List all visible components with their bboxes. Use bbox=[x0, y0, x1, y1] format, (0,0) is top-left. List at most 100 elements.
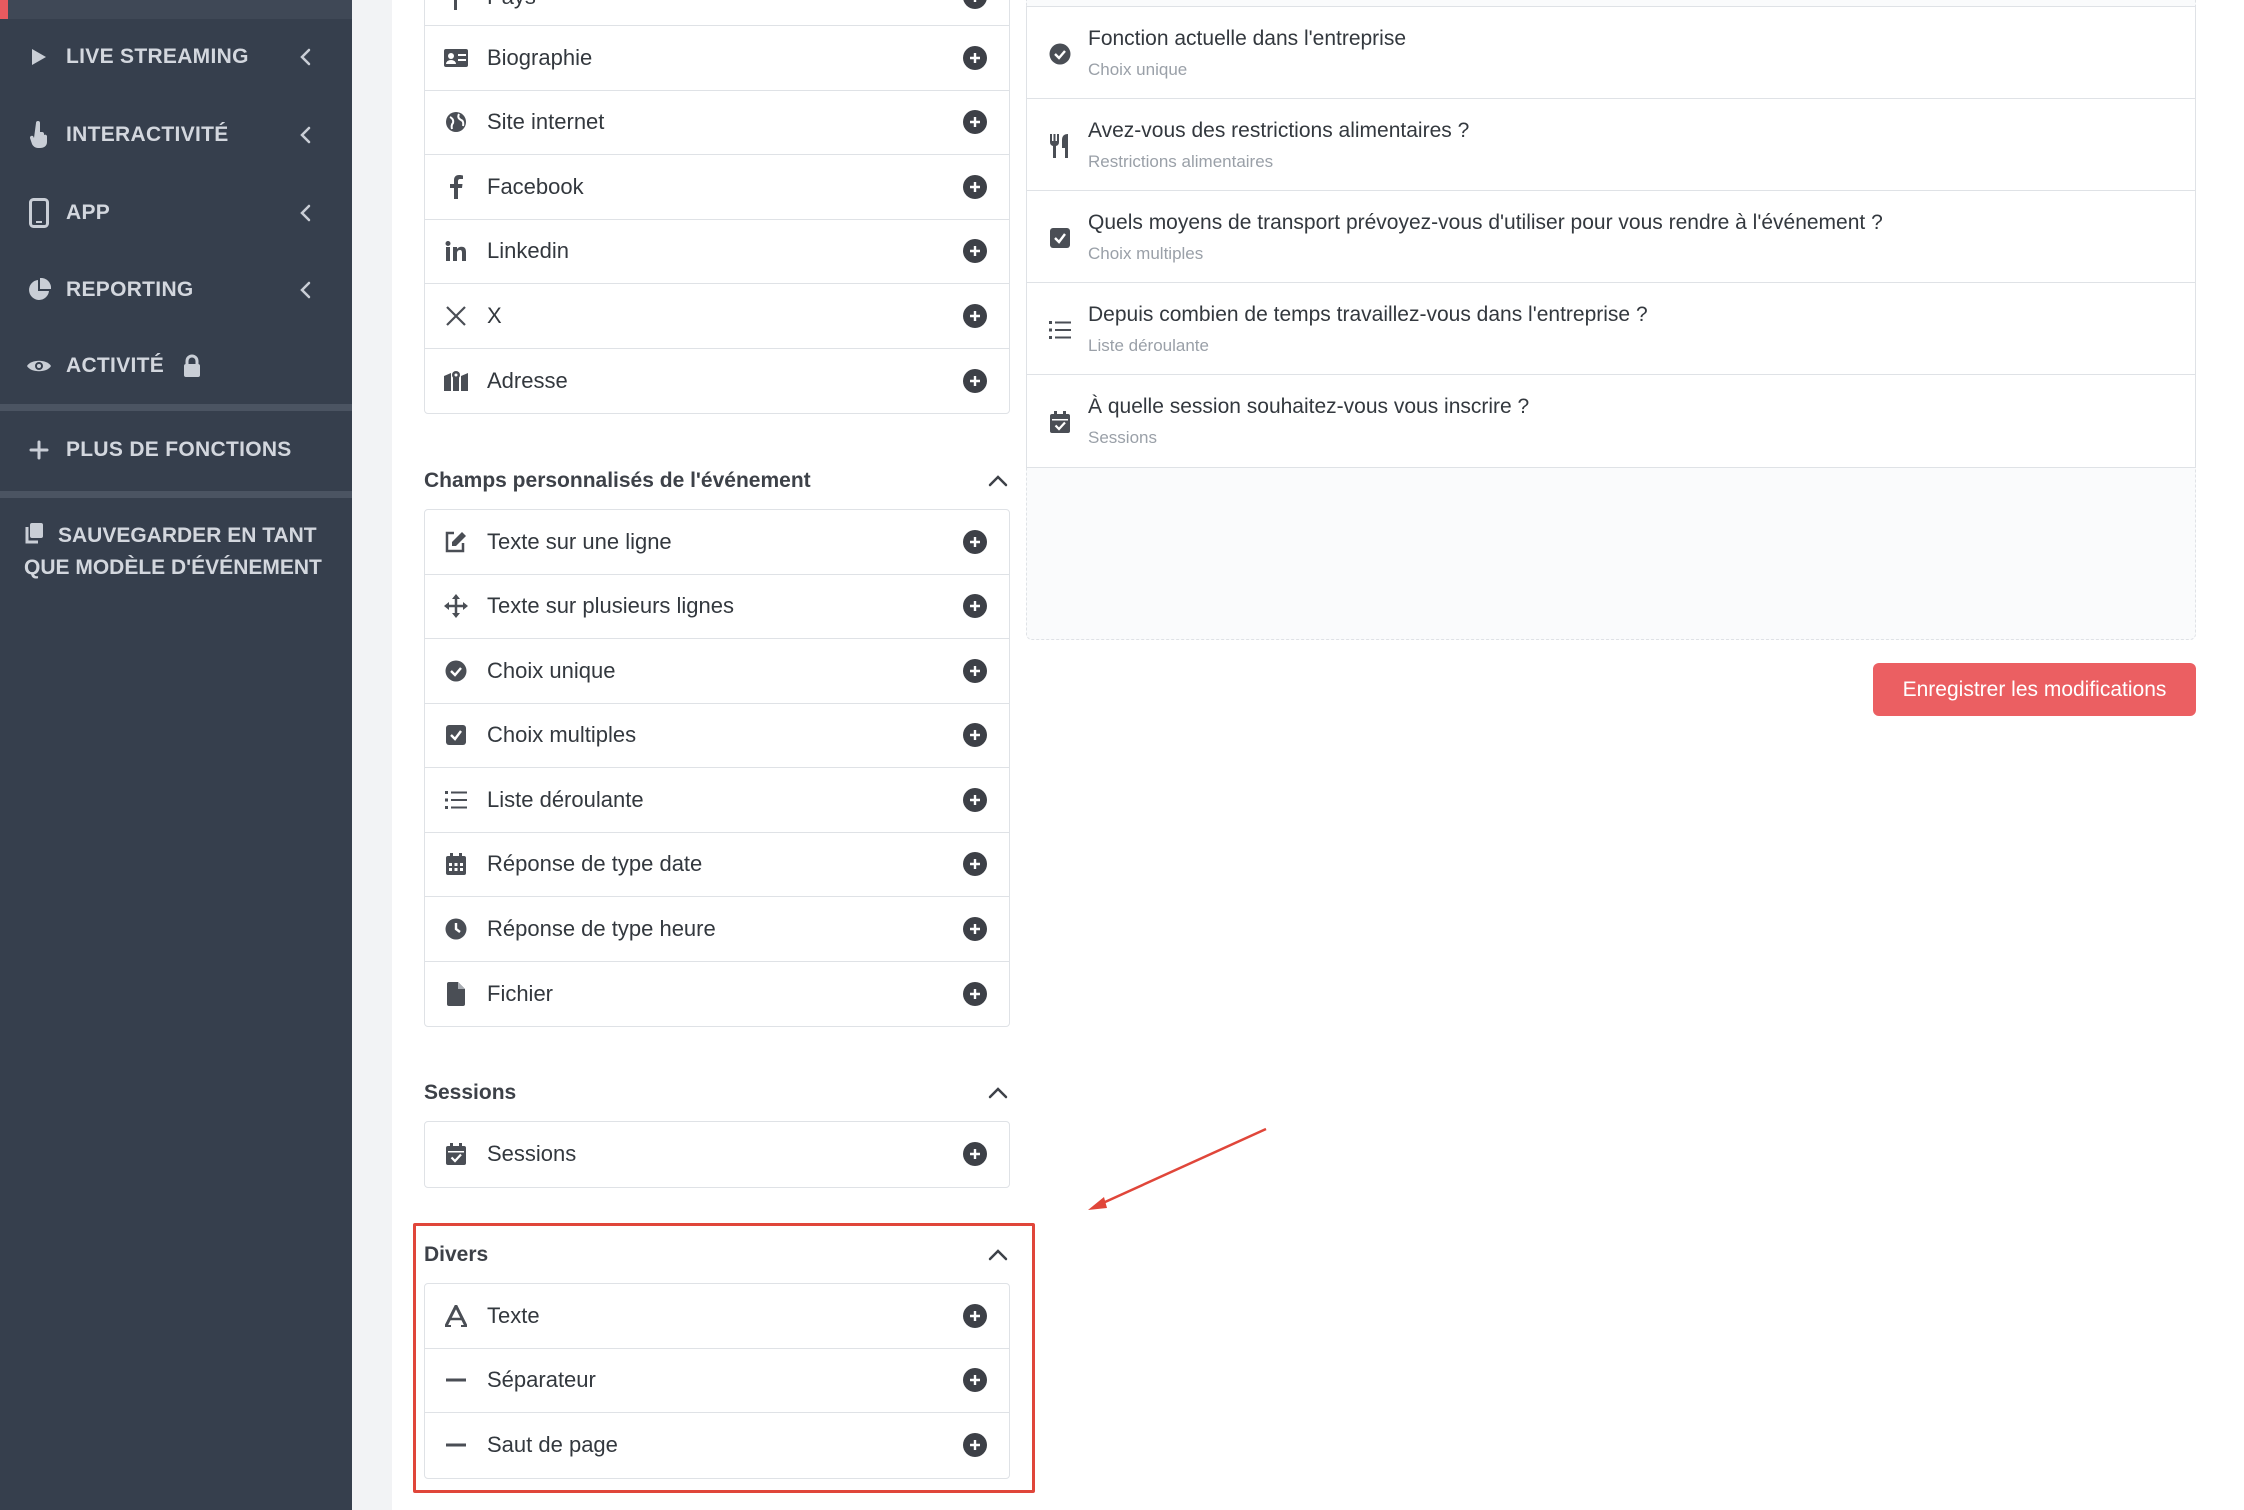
play-icon bbox=[24, 42, 54, 72]
list-item-label: Site internet bbox=[487, 109, 605, 135]
misc-header[interactable]: Divers bbox=[424, 1235, 1010, 1275]
add-circle-icon[interactable] bbox=[963, 723, 987, 748]
list-item-label: Séparateur bbox=[487, 1367, 596, 1393]
add-circle-icon[interactable] bbox=[963, 1433, 987, 1458]
sidebar-item-label: ACTIVITÉ bbox=[66, 354, 165, 377]
form-question[interactable]: Fonction actuelle dans l'entreprise Choi… bbox=[1027, 7, 2195, 99]
list-item[interactable]: Texte sur plusieurs lignes bbox=[425, 575, 1009, 639]
list-item-label: Pays bbox=[487, 0, 536, 10]
chevron-up-icon[interactable] bbox=[986, 1081, 1010, 1105]
checkbox-icon bbox=[443, 722, 469, 748]
profile-fields-list: Pays Biographie Site internet Facebook L… bbox=[424, 0, 1010, 414]
copy-icon bbox=[24, 522, 46, 544]
add-circle-icon[interactable] bbox=[963, 368, 987, 393]
list-item[interactable]: Sessions bbox=[425, 1122, 1009, 1187]
section-title: Champs personnalisés de l'événement bbox=[424, 469, 811, 492]
sidebar-divider bbox=[0, 491, 352, 498]
add-circle-icon[interactable] bbox=[963, 1142, 987, 1167]
add-circle-icon[interactable] bbox=[963, 110, 987, 135]
sidebar-item-reporting[interactable]: REPORTING bbox=[0, 260, 352, 320]
location-pin-icon bbox=[443, 0, 469, 10]
add-circle-icon[interactable] bbox=[963, 239, 987, 264]
list-item[interactable]: Fichier bbox=[425, 962, 1009, 1027]
form-question[interactable]: Quels moyens de transport prévoyez-vous … bbox=[1027, 191, 2195, 283]
list-item[interactable]: Liste déroulante bbox=[425, 768, 1009, 833]
linkedin-icon bbox=[443, 238, 469, 264]
list-item[interactable]: Biographie bbox=[425, 26, 1009, 91]
custom-fields-list: Texte sur une ligne Texte sur plusieurs … bbox=[424, 509, 1010, 1027]
sidebar-item-interactivite[interactable]: INTERACTIVITÉ bbox=[0, 105, 352, 165]
list-item-label: Texte sur plusieurs lignes bbox=[487, 593, 735, 619]
list-item-label: Texte sur une ligne bbox=[487, 528, 672, 554]
list-item[interactable]: Choix multiples bbox=[425, 704, 1009, 768]
sessions-header[interactable]: Sessions bbox=[424, 1073, 1010, 1113]
list-item[interactable]: Saut de page bbox=[425, 1413, 1009, 1478]
check-circle-icon bbox=[443, 658, 469, 684]
question-type: Choix unique bbox=[1088, 60, 1188, 79]
chevron-left-icon bbox=[300, 48, 311, 66]
list-item[interactable]: Réponse de type date bbox=[425, 833, 1009, 897]
list-item[interactable]: Adresse bbox=[425, 349, 1009, 414]
sidebar-item-live-streaming[interactable]: LIVE STREAMING bbox=[0, 27, 352, 87]
chevron-up-icon[interactable] bbox=[986, 469, 1010, 493]
custom-fields-header[interactable]: Champs personnalisés de l'événement bbox=[424, 461, 1010, 501]
list-item[interactable]: Réponse de type heure bbox=[425, 897, 1009, 962]
list-item[interactable]: Texte bbox=[425, 1284, 1009, 1349]
list-icon bbox=[443, 787, 469, 813]
add-circle-icon[interactable] bbox=[963, 787, 987, 812]
list-item[interactable]: Facebook bbox=[425, 155, 1009, 220]
list-item-label: Biographie bbox=[487, 44, 593, 70]
list-item[interactable]: Texte sur une ligne bbox=[425, 510, 1009, 575]
list-item[interactable]: Pays bbox=[425, 0, 1009, 26]
list-item[interactable]: X bbox=[425, 284, 1009, 349]
list-item[interactable]: Choix unique bbox=[425, 639, 1009, 704]
chevron-left-icon bbox=[300, 126, 311, 144]
question-type: Liste déroulante bbox=[1088, 336, 1209, 355]
checkbox-icon bbox=[1047, 225, 1073, 251]
sidebar-item-more-features[interactable]: PLUS DE FONCTIONS bbox=[0, 420, 352, 480]
lock-icon bbox=[182, 354, 202, 378]
list-item-label: Fichier bbox=[487, 980, 554, 1006]
list-item-label: Choix unique bbox=[487, 657, 616, 683]
chevron-up-icon[interactable] bbox=[986, 1243, 1010, 1267]
list-item[interactable]: Séparateur bbox=[425, 1349, 1009, 1413]
form-question[interactable]: Depuis combien de temps travaillez-vous … bbox=[1027, 283, 2195, 375]
question-type: Choix multiples bbox=[1088, 244, 1204, 263]
list-item-label: X bbox=[487, 302, 502, 328]
add-circle-icon[interactable] bbox=[963, 174, 987, 199]
add-circle-icon[interactable] bbox=[963, 0, 987, 9]
eye-icon bbox=[24, 351, 54, 381]
save-as-template-text: SAUVEGARDER EN TANT QUE MODÈLE D'ÉVÉNEME… bbox=[24, 524, 322, 579]
add-circle-icon[interactable] bbox=[963, 1368, 987, 1393]
calendar-icon bbox=[443, 851, 469, 877]
form-question[interactable]: Avez-vous des restrictions alimentaires … bbox=[1027, 99, 2195, 191]
add-circle-icon[interactable] bbox=[963, 852, 987, 877]
form-question[interactable]: À quelle session souhaitez-vous vous ins… bbox=[1027, 375, 2195, 467]
sessions-list: Sessions bbox=[424, 1121, 1010, 1188]
add-circle-icon[interactable] bbox=[963, 303, 987, 328]
chevron-left-icon bbox=[300, 281, 311, 299]
mobile-icon bbox=[24, 198, 54, 228]
sidebar-item-activite[interactable]: ACTIVITÉ bbox=[0, 336, 352, 396]
add-circle-icon[interactable] bbox=[963, 45, 987, 70]
add-circle-icon[interactable] bbox=[963, 594, 987, 619]
add-circle-icon[interactable] bbox=[963, 981, 987, 1006]
list-item[interactable]: Linkedin bbox=[425, 220, 1009, 284]
calendar-check-icon bbox=[1047, 409, 1073, 435]
add-circle-icon[interactable] bbox=[963, 916, 987, 941]
sidebar-active-indicator bbox=[0, 0, 8, 19]
sidebar-item-label: INTERACTIVITÉ bbox=[66, 123, 229, 146]
question-title: Avez-vous des restrictions alimentaires … bbox=[1088, 119, 1470, 142]
save-as-template-button[interactable]: SAUVEGARDER EN TANT QUE MODÈLE D'ÉVÉNEME… bbox=[24, 520, 334, 584]
misc-list: Texte Séparateur Saut de page bbox=[424, 1283, 1010, 1479]
add-circle-icon[interactable] bbox=[963, 1303, 987, 1328]
add-circle-icon[interactable] bbox=[963, 658, 987, 683]
question-type: Sessions bbox=[1088, 428, 1157, 447]
form-questions-list: Fonction actuelle dans l'entreprise Choi… bbox=[1026, 6, 2196, 468]
save-changes-button[interactable]: Enregistrer les modifications bbox=[1873, 663, 2196, 716]
sidebar-item-app[interactable]: APP bbox=[0, 183, 352, 243]
list-item-label: Liste déroulante bbox=[487, 786, 644, 812]
list-item[interactable]: Site internet bbox=[425, 91, 1009, 155]
add-circle-icon[interactable] bbox=[963, 529, 987, 554]
sidebar-item-label: LIVE STREAMING bbox=[66, 45, 249, 68]
